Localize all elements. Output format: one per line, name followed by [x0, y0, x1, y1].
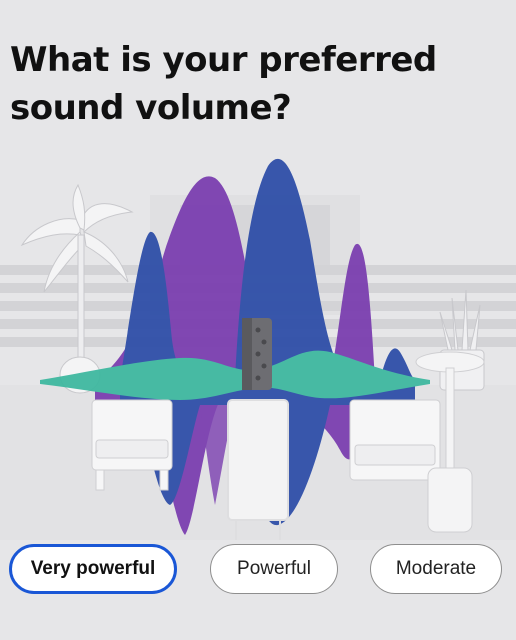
option-powerful[interactable]: Powerful — [210, 544, 338, 594]
option-moderate[interactable]: Moderate — [370, 544, 502, 594]
right-sofa — [349, 399, 441, 481]
question-title: What is your preferred sound volume? — [10, 40, 437, 128]
speaker — [242, 318, 272, 390]
sound-volume-illustration — [0, 150, 516, 540]
option-very-powerful[interactable]: Very powerful — [9, 544, 177, 594]
front-chairs — [227, 399, 289, 540]
volume-options: Very powerful Powerful Moderate — [0, 544, 516, 596]
